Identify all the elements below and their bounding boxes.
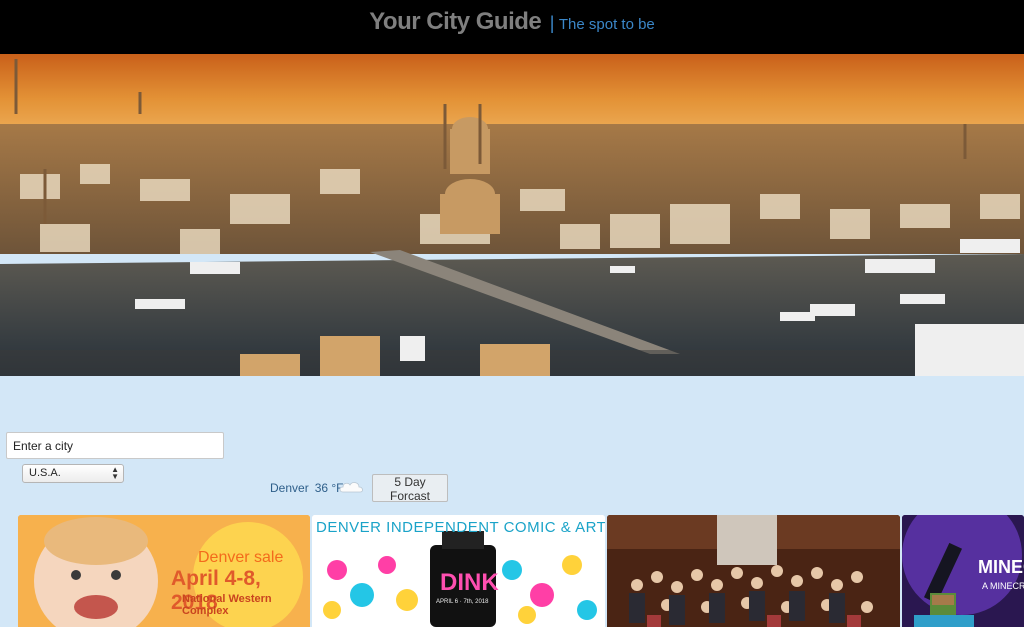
event-carousel: Denver sale April 4-8, 2018 National Wes… [0,515,1024,627]
site-title[interactable]: Your City Guide [369,8,542,35]
hero-city-image [0,54,1024,376]
weather-summary: Denver 36 °F [270,481,344,495]
city-search-input[interactable] [6,432,224,459]
country-select-value: U.S.A. [29,467,61,479]
event-card-comic-expo[interactable]: DENVER INDEPENDENT COMIC & ART EXPO DINK… [312,515,605,627]
site-tagline: The spot to be [558,16,655,33]
event-card-logo: DINK [440,569,499,596]
event-card-subtitle: A MINECRAFT [982,581,1024,591]
weather-city: Denver [270,481,309,495]
cloud-icon [339,482,363,493]
event-card-denver-sale[interactable]: Denver sale April 4-8, 2018 National Wes… [18,515,310,627]
five-day-forecast-button[interactable]: 5 Day Forcast [372,474,448,503]
event-card-title: MINECRAFT [978,557,1024,577]
event-card-title: Denver sale [198,549,284,566]
event-card-venue: National Western Complex [182,593,272,617]
country-select[interactable]: U.S.A. ▲ ▼ [22,464,124,483]
brand: Your City Guide | The spot to be [0,8,1024,36]
title-separator: | [549,13,555,33]
event-card-minecraft[interactable]: MINECRAFT A MINECRAFT [902,515,1024,627]
event-card-header: DENVER INDEPENDENT COMIC & ART EXPO [316,519,605,536]
event-card-group-photo[interactable] [607,515,900,627]
select-arrows-icon: ▲ ▼ [111,465,119,481]
event-card-dates: APRIL 6 · 7th, 2018 [436,599,489,605]
header-bar: Your City Guide | The spot to be [0,0,1024,54]
